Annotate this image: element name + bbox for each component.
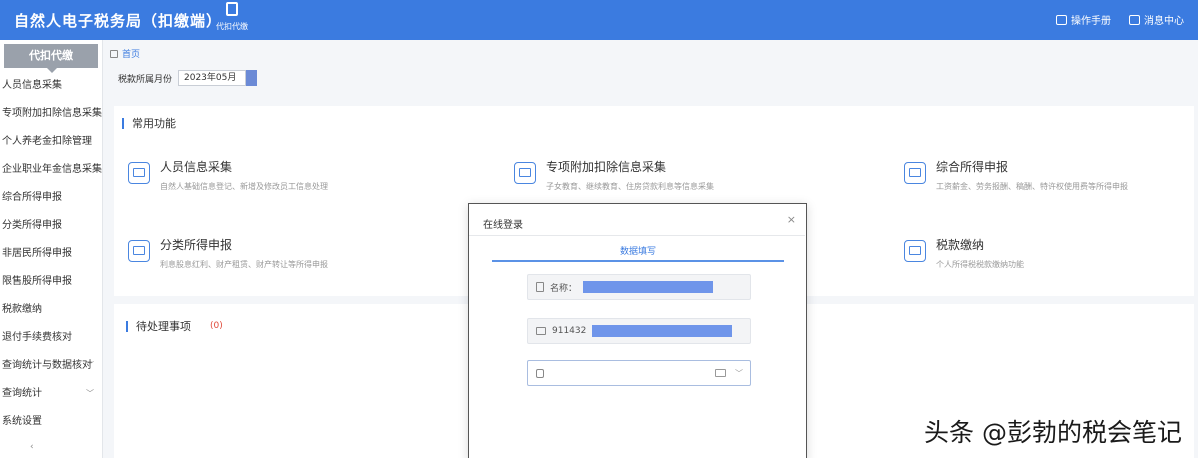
app-title: 自然人电子税务局（扣缴端） (14, 12, 223, 30)
chevron-down-icon: ﹀ (86, 361, 94, 370)
sidebar-item-label: 税款缴纳 (2, 304, 42, 315)
tax-id-field[interactable]: 911432 (527, 318, 751, 344)
sidebar-item-label: 查询统计 (2, 388, 42, 399)
lock-icon (536, 368, 544, 378)
sidebar-item[interactable]: 非居民所得申报 (0, 240, 102, 268)
watermark-text: 头条 @彭勃的税会笔记 (924, 418, 1182, 447)
header-actions: 操作手册 消息中心 (1056, 12, 1184, 27)
sidebar-item-label: 个人养老金扣除管理 (2, 136, 92, 147)
home-small-icon (110, 49, 118, 58)
dialog-title: 在线登录 (483, 220, 523, 231)
sidebar-item[interactable]: 查询统计 ﹀ (0, 380, 102, 408)
chevron-down-icon: ﹀ (86, 389, 94, 398)
sidebar-item[interactable]: 人员信息采集 (0, 72, 102, 100)
function-tax-payment[interactable]: 税款缴纳 个人所得税税款缴纳功能 (904, 234, 1024, 270)
id-card-icon (514, 162, 536, 184)
top-header-bar: 自然人电子税务局（扣缴端） 代扣代缴 操作手册 消息中心 (0, 0, 1198, 40)
sidebar-item[interactable]: 分类所得申报 (0, 212, 102, 240)
sidebar-item-label: 限售股所得申报 (2, 276, 72, 287)
sidebar-item-label: 专项附加扣除信息采集 (2, 108, 102, 119)
sidebar-item-label: 人员信息采集 (2, 80, 62, 91)
sidebar-header[interactable]: 代扣代缴 (4, 44, 98, 73)
function-special-deduction[interactable]: 专项附加扣除信息采集 子女教育、继续教育、住房贷款利息等信息采集 (514, 156, 714, 192)
todo-title: 待处理事项 (126, 321, 191, 332)
manual-button[interactable]: 操作手册 (1056, 12, 1111, 27)
redacted-mask (592, 325, 733, 337)
password-input[interactable]: ﹀ (527, 360, 751, 386)
breadcrumb-home-link[interactable]: 首页 (122, 47, 140, 60)
dialog-divider (469, 235, 805, 236)
period-input[interactable]: 2023年05月 (178, 70, 246, 86)
sidebar-item-label: 分类所得申报 (2, 220, 62, 231)
mail-icon (1129, 14, 1140, 25)
home-icon (226, 2, 238, 16)
redacted-mask (583, 281, 714, 293)
function-desc: 利息股息红利、财产租赁、财产转让等所得申报 (160, 260, 328, 269)
login-tab[interactable]: 数据填写 (492, 244, 784, 257)
online-login-dialog: 在线登录 × 数据填写 名称： 911432 ﹀ (468, 203, 807, 458)
tax-id-prefix: 911432 (552, 326, 587, 336)
todo-count-badge[interactable]: (0) (210, 321, 223, 331)
person-card-icon (128, 162, 150, 184)
close-icon[interactable]: × (787, 213, 796, 226)
period-label: 税款所属月份 (118, 75, 173, 85)
function-desc: 自然人基础信息登记、新增及修改员工信息处理 (160, 182, 328, 191)
sidebar-item[interactable]: 限售股所得申报 (0, 268, 102, 296)
sidebar: 代扣代缴 人员信息采集专项附加扣除信息采集 个人养老金扣除管理 企业职业年金信息采集… (0, 40, 103, 458)
sidebar-item-label: 企业职业年金信息采集 (2, 164, 102, 175)
company-name-field[interactable]: 名称： (527, 274, 751, 300)
sidebar-collapse-button[interactable]: ‹ (30, 442, 34, 452)
function-category-income[interactable]: 分类所得申报 利息股息红利、财产租赁、财产转让等所得申报 (128, 234, 328, 270)
document-icon (536, 282, 544, 292)
sidebar-item-label: 查询统计与数据核对 (2, 360, 92, 371)
sidebar-item[interactable]: 税款缴纳 (0, 296, 102, 324)
common-functions-title: 常用功能 (122, 118, 176, 129)
sidebar-item-label: 系统设置 (2, 416, 42, 427)
company-name-prefix: 名称： (550, 283, 578, 294)
manual-label: 操作手册 (1071, 16, 1111, 27)
book-icon (1056, 14, 1067, 25)
function-person-info[interactable]: 人员信息采集 自然人基础信息登记、新增及修改员工信息处理 (128, 156, 328, 192)
calendar-icon[interactable] (246, 70, 257, 86)
home-nav-label: 代扣代缴 (216, 22, 248, 31)
function-title: 分类所得申报 (160, 238, 233, 252)
sidebar-item-label: 退付手续费核对 (2, 332, 72, 343)
sidebar-item[interactable]: 系统设置 (0, 408, 102, 436)
sidebar-item[interactable]: 个人养老金扣除管理 (0, 128, 102, 156)
breadcrumb: 首页 (110, 47, 140, 60)
tab-underline (492, 260, 784, 262)
document-icon (904, 162, 926, 184)
function-comprehensive-income[interactable]: 综合所得申报 工资薪金、劳务报酬、稿酬、特许权使用费等所得申报 (904, 156, 1128, 192)
keyboard-icon[interactable] (715, 369, 726, 377)
message-center-label: 消息中心 (1144, 16, 1184, 27)
sidebar-menu: 人员信息采集专项附加扣除信息采集 个人养老金扣除管理 企业职业年金信息采集 综合所得申… (0, 72, 102, 436)
sidebar-item-label: 综合所得申报 (2, 192, 62, 203)
sidebar-item[interactable]: 退付手续费核对 (0, 324, 102, 352)
sidebar-item-label: 非居民所得申报 (2, 248, 72, 259)
edit-icon (128, 240, 150, 262)
sidebar-item[interactable]: 查询统计与数据核对 ﹀ (0, 352, 102, 380)
function-desc: 工资薪金、劳务报酬、稿酬、特许权使用费等所得申报 (936, 182, 1128, 191)
function-desc: 子女教育、继续教育、住房贷款利息等信息采集 (546, 182, 714, 191)
sidebar-item[interactable]: 综合所得申报 (0, 184, 102, 212)
id-card-icon (536, 327, 546, 335)
home-nav-button[interactable]: 代扣代缴 (212, 2, 252, 38)
function-title: 人员信息采集 (160, 160, 233, 174)
function-desc: 个人所得税税款缴纳功能 (936, 260, 1024, 269)
function-title: 综合所得申报 (936, 160, 1009, 174)
function-title: 专项附加扣除信息采集 (546, 160, 667, 174)
message-center-button[interactable]: 消息中心 (1129, 12, 1184, 27)
function-title: 税款缴纳 (936, 238, 985, 252)
sidebar-item[interactable]: 专项附加扣除信息采集 (0, 100, 102, 128)
sidebar-item[interactable]: 企业职业年金信息采集 (0, 156, 102, 184)
payment-icon (904, 240, 926, 262)
chevron-down-icon[interactable]: ﹀ (735, 368, 743, 379)
